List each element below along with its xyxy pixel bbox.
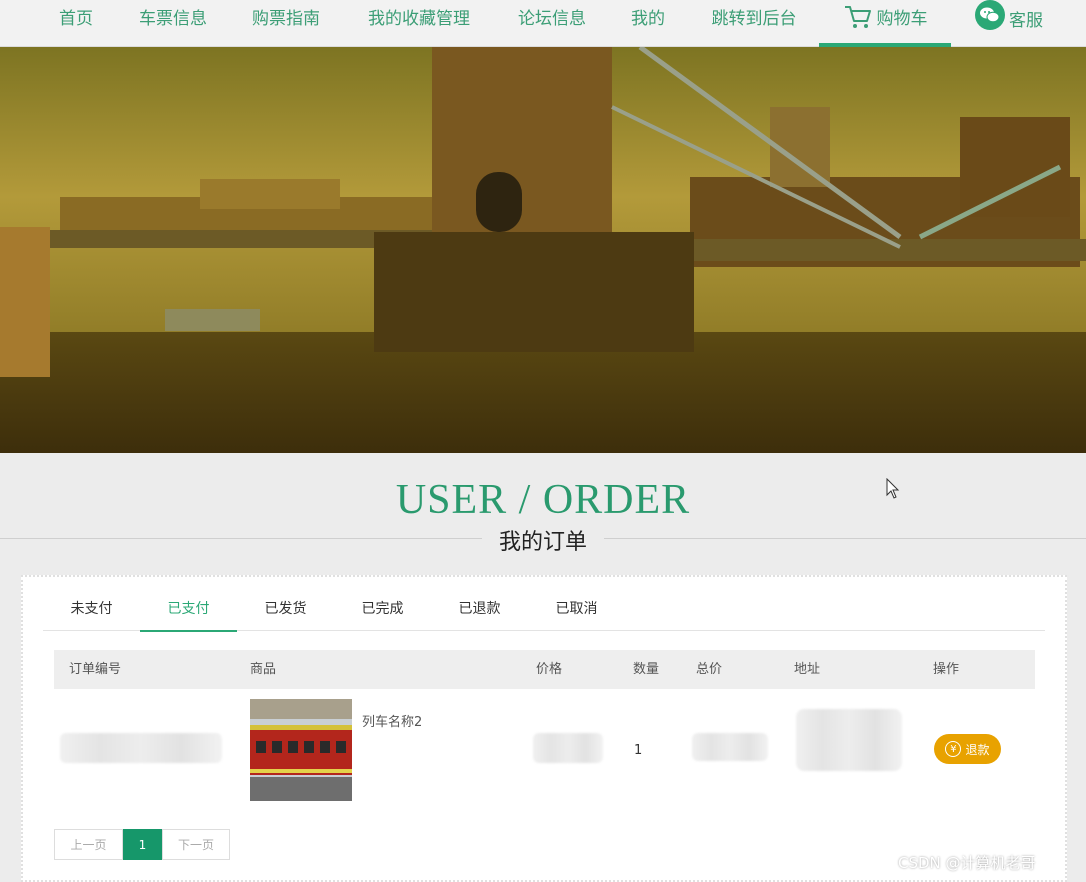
nav-item-mine[interactable]: 我的 [620,0,676,47]
column-header: 订单编号 [69,662,122,677]
cart-icon [843,4,873,30]
wechat-icon [975,0,1005,30]
mouse-cursor-icon [886,477,900,504]
nav-label: 客服 [1009,11,1043,31]
current-page-button[interactable]: 1 [123,829,162,860]
column-header: 总价 [696,662,723,677]
price-redacted [533,733,603,763]
nav-label: 我的 [631,9,665,29]
column-header: 地址 [794,662,821,677]
tab-refunded[interactable]: 已退款 [431,595,528,631]
nav-label: 跳转到后台 [711,9,797,29]
yen-icon: ¥ [945,741,962,757]
nav-item-cart[interactable]: 购物车 [819,0,951,47]
tab-cancelled[interactable]: 已取消 [528,595,625,631]
nav-item-home[interactable]: 首页 [44,0,108,47]
column-header: 数量 [633,662,660,677]
refund-label: 退款 [965,742,990,757]
tab-paid[interactable]: 已支付 [140,595,237,632]
nav-label: 论坛信息 [518,9,586,29]
nav-item-service[interactable]: 客服 [966,0,1052,47]
top-nav: 首页 车票信息 购票指南 我的收藏管理 论坛信息 我的 跳转到后台 购物车 客服 [0,0,1086,47]
nav-item-guide[interactable]: 购票指南 [240,0,332,47]
nav-label: 首页 [59,9,93,29]
column-header: 价格 [536,662,563,677]
table-row: 列车名称2 1 ¥ 退款 [54,689,1035,813]
refund-button[interactable]: ¥ 退款 [934,734,1001,764]
prev-page-button[interactable]: 上一页 [54,829,123,860]
nav-item-favorites[interactable]: 我的收藏管理 [354,0,484,47]
nav-label: 购票指南 [252,9,320,29]
tab-unpaid[interactable]: 未支付 [43,595,140,631]
next-page-button[interactable]: 下一页 [162,829,230,860]
nav-item-admin[interactable]: 跳转到后台 [698,0,810,47]
page-subtitle: 我的订单 [482,524,604,556]
tab-shipped[interactable]: 已发货 [237,595,334,631]
order-number-redacted [60,733,222,763]
nav-label: 购物车 [876,9,928,29]
nav-item-tickets[interactable]: 车票信息 [128,0,218,47]
table-header: 订单编号 商品 价格 数量 总价 地址 操作 [54,650,1035,689]
total-redacted [692,733,768,761]
order-status-tabs: 未支付 已支付 已发货 已完成 已退款 已取消 [43,595,1045,632]
page-title: USER / ORDER [395,477,691,523]
nav-label: 车票信息 [139,9,207,29]
watermark: CSDN @计算机老哥 [898,854,1036,872]
column-header: 商品 [250,662,277,677]
tab-completed[interactable]: 已完成 [334,595,431,631]
address-redacted [796,709,902,771]
column-header: 操作 [933,662,960,677]
product-thumbnail[interactable] [250,699,352,801]
pagination: 上一页 1 下一页 [54,829,230,860]
order-panel: 未支付 已支付 已发货 已完成 已退款 已取消 订单编号 商品 价格 数量 总价… [21,575,1067,882]
quantity-value: 1 [634,743,643,758]
nav-label: 我的收藏管理 [368,9,470,29]
hero-banner-image [0,47,1086,453]
product-name[interactable]: 列车名称2 [362,711,422,730]
nav-item-forum[interactable]: 论坛信息 [506,0,598,47]
